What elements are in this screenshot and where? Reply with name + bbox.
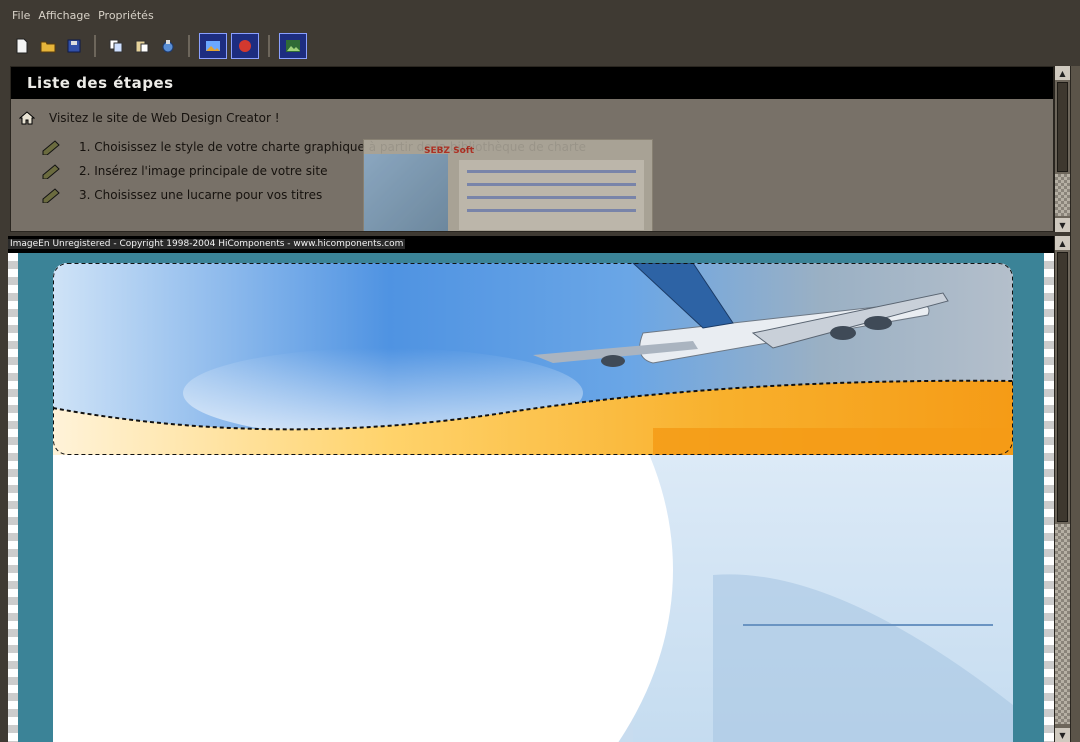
visit-site-label: Visitez le site de Web Design Creator ! [49,111,280,125]
selection-border-left [8,253,18,742]
menu-affichage[interactable]: Affichage [38,9,90,22]
toolbar [0,30,1080,62]
paste-button[interactable] [132,36,152,56]
content-area-left [53,455,673,742]
toolbar-separator [268,35,270,57]
design-canvas[interactable] [8,253,1054,742]
new-file-button[interactable] [12,36,32,56]
scroll-track[interactable] [1055,524,1070,724]
export-button[interactable] [158,36,178,56]
pencil-check-icon [41,185,63,206]
canvas-watermark-bar: ImageEn Unregistered - Copyright 1998-20… [8,236,1054,253]
popup-thumbnail [364,154,448,231]
scroll-track[interactable] [1055,174,1070,216]
popup-text-block [459,160,644,230]
scroll-down-arrow-icon[interactable]: ▼ [1055,728,1070,742]
pencil-check-icon [41,161,63,182]
copy-button[interactable] [106,36,126,56]
menu-bar: File Affichage Propriétés [0,0,1080,30]
menu-proprietes[interactable]: Propriétés [98,9,154,22]
steps-panel: Liste des étapes Visitez le site de Web … [10,66,1054,232]
toolbar-separator [188,35,190,57]
preview-button[interactable] [279,33,307,59]
scroll-up-arrow-icon[interactable]: ▲ [1055,236,1070,250]
scroll-thumb[interactable] [1057,82,1068,172]
export-icon [162,40,174,53]
tutorial-popup-overlay: SEBZ Soft [363,139,653,231]
toolbar-separator [94,35,96,57]
pencil-check-icon [41,137,63,158]
popup-logo: SEBZ Soft [424,146,475,156]
copy-icon [109,39,123,53]
imageen-watermark: ImageEn Unregistered - Copyright 1998-20… [8,239,406,249]
clipart-icon [239,40,251,52]
banner-image[interactable] [53,263,1013,455]
scroll-down-arrow-icon[interactable]: ▼ [1055,218,1070,232]
content-area-right [633,455,1013,742]
right-edge-panel [1070,66,1080,742]
image-icon [206,41,220,51]
page-preview [53,263,1013,742]
decorative-curves [713,574,1013,742]
preview-icon [286,40,300,52]
clipart-button[interactable] [231,33,259,59]
web-design-creator-window: File Affichage Propriétés Liste des étap… [0,0,1080,742]
steps-panel-title: Liste des étapes [11,67,1053,99]
scroll-thumb[interactable] [1057,252,1068,522]
steps-panel-scrollbar[interactable]: ▲ ▼ [1054,66,1070,232]
menu-file[interactable]: File [12,9,30,22]
open-folder-icon [40,41,56,53]
new-file-icon [16,38,28,54]
save-button[interactable] [64,36,84,56]
visit-site-link[interactable]: Visitez le site de Web Design Creator ! [11,99,1053,125]
scroll-up-arrow-icon[interactable]: ▲ [1055,66,1070,80]
paste-icon [135,40,149,53]
open-button[interactable] [38,36,58,56]
step-label: 2. Insérez l'image principale de votre s… [79,164,328,178]
save-disk-icon [67,39,81,53]
canvas-scrollbar[interactable]: ▲ ▼ [1054,236,1070,742]
home-icon [19,111,35,125]
image-button[interactable] [199,33,227,59]
step-label: 3. Choisissez une lucarne pour vos titre… [79,188,323,202]
selection-border-right [1044,253,1054,742]
